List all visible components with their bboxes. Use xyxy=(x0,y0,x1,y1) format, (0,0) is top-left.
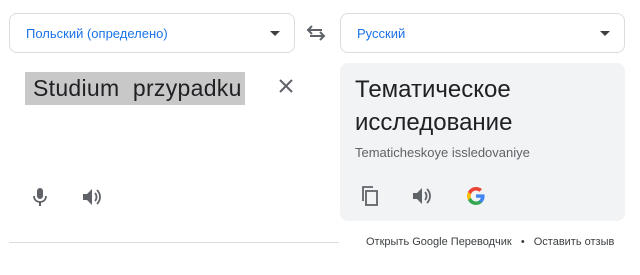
speaker-icon xyxy=(413,188,431,204)
copy-translation-button[interactable] xyxy=(359,185,381,207)
source-language-select[interactable]: Польский (определено) xyxy=(9,13,295,53)
transliteration-text: Tematicheskoye issledovaniye xyxy=(355,145,530,160)
speaker-icon xyxy=(83,189,101,205)
clear-text-button[interactable] xyxy=(276,76,296,96)
copy-icon xyxy=(362,186,378,206)
source-language-label: Польский (определено) xyxy=(26,25,168,41)
footer-separator: • xyxy=(520,236,525,248)
footer-links: Открыть Google Переводчик • Оставить отз… xyxy=(366,236,614,248)
target-language-select[interactable]: Русский xyxy=(340,13,625,53)
target-language-label: Русский xyxy=(357,25,406,41)
google-logo-button[interactable] xyxy=(465,185,487,207)
swap-arrows-icon xyxy=(306,25,326,41)
voice-input-button[interactable] xyxy=(29,186,51,208)
source-text-input[interactable]: Studium przypadku xyxy=(25,72,245,105)
translation-text: Тематическое исследование xyxy=(355,76,513,136)
chevron-down-icon xyxy=(270,30,280,36)
google-logo-icon xyxy=(467,187,485,205)
divider xyxy=(9,242,339,243)
listen-source-button[interactable] xyxy=(81,186,103,208)
listen-translation-button[interactable] xyxy=(411,185,433,207)
open-google-translate-link[interactable]: Открыть Google Переводчик xyxy=(366,236,512,248)
microphone-icon xyxy=(33,188,47,206)
chevron-down-icon xyxy=(600,30,610,36)
close-icon xyxy=(279,79,293,93)
swap-languages-button[interactable] xyxy=(305,22,327,44)
translation-panel: Тематическое исследование Tematicheskoye… xyxy=(340,63,625,221)
send-feedback-link[interactable]: Оставить отзыв xyxy=(534,236,615,248)
